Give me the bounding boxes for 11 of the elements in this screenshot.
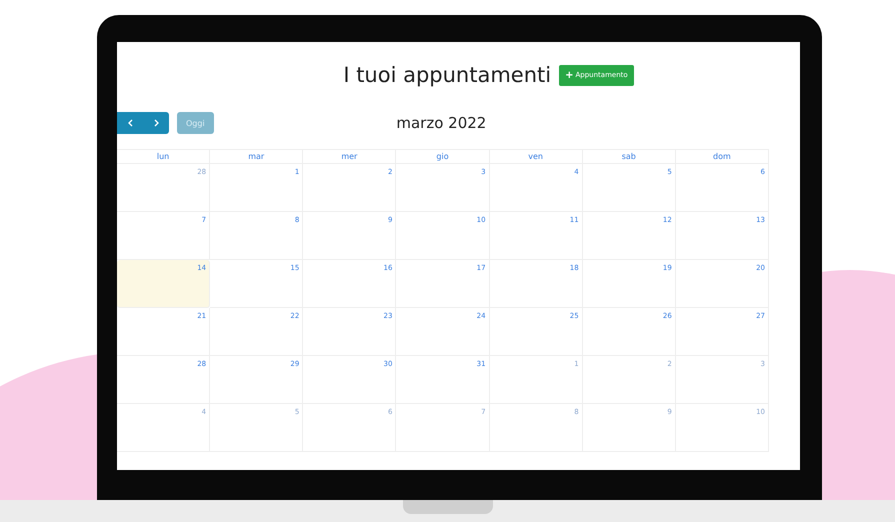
month-title: marzo 2022 [396, 114, 486, 132]
chevron-left-icon [128, 119, 132, 127]
page-title: I tuoi appuntamenti [343, 63, 552, 87]
chevron-right-icon [154, 119, 158, 127]
weekday-header: ven [490, 149, 583, 164]
weekday-header: mer [303, 149, 396, 164]
weekday-header: gio [396, 149, 490, 164]
weekday-header: sab [582, 149, 676, 164]
weekday-header: mar [210, 149, 304, 164]
weekday-header: dom [676, 149, 769, 164]
weekday-header: lun [117, 149, 210, 164]
